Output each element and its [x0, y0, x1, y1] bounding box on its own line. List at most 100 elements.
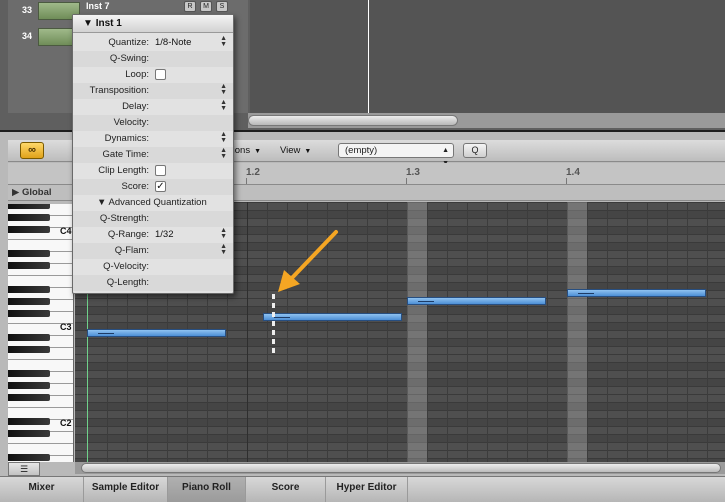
disclosure-triangle-icon[interactable]: ▼ [83, 18, 93, 29]
arrange-grid[interactable] [250, 0, 725, 113]
black-key[interactable] [8, 370, 50, 377]
piano-keyboard[interactable]: C4 C3 C2 [8, 204, 74, 462]
parameter-row[interactable]: Dynamics: ▲ ▼ [73, 131, 233, 147]
stepper-arrows-icon[interactable]: ▲ ▼ [220, 147, 227, 160]
arrange-scrollbar[interactable] [248, 113, 725, 128]
quantize-marker [272, 339, 275, 344]
parameter-row[interactable]: Q-Strength: [73, 211, 233, 227]
stepper-arrows-icon[interactable]: ▲ ▼ [220, 131, 227, 144]
parameter-label: Q-Strength: [99, 213, 149, 224]
midi-note[interactable] [407, 297, 546, 305]
parameter-row[interactable]: Clip Length: [73, 163, 233, 179]
arrange-scroll-thumb[interactable] [248, 115, 458, 126]
stepper-arrows-icon[interactable]: ▲ ▼ [220, 83, 227, 96]
parameter-checkbox[interactable] [155, 69, 166, 80]
view-options-button[interactable]: ☰ [8, 462, 40, 476]
grid-line [547, 202, 548, 462]
horizontal-scrollbar[interactable] [75, 462, 725, 474]
black-key[interactable] [8, 430, 50, 437]
parameter-label: Q-Range: [107, 229, 149, 240]
region-name: Inst 1 [95, 18, 122, 29]
parameter-value[interactable]: 1/32 [155, 229, 174, 240]
black-key[interactable] [8, 250, 50, 257]
black-key[interactable] [8, 346, 50, 353]
black-key[interactable] [8, 226, 50, 233]
midi-note[interactable] [567, 289, 706, 297]
black-key[interactable] [8, 382, 50, 389]
mute-button[interactable]: M [200, 1, 212, 12]
parameter-row[interactable]: Quantize: 1/8-Note ▲ ▼ [73, 35, 233, 51]
select-value: (empty) [345, 145, 378, 156]
track-number: 34 [22, 31, 33, 41]
grid-line [447, 202, 448, 462]
grid-line [467, 202, 468, 462]
velocity-line [98, 333, 114, 334]
parameter-row[interactable]: Q-Swing: [73, 51, 233, 67]
parameter-row[interactable]: Gate Time: ▲ ▼ [73, 147, 233, 163]
editor-tab-bar: Mixer Sample Editor Piano Roll Score Hyp… [0, 476, 725, 502]
parameter-row[interactable]: Q-Range: 1/32 ▲ ▼ [73, 227, 233, 243]
parameter-row[interactable]: Velocity: [73, 115, 233, 131]
midi-note[interactable] [87, 329, 226, 337]
tab-hyper-editor[interactable]: Hyper Editor [326, 477, 408, 502]
quantize-marker [272, 348, 275, 353]
quantize-button[interactable]: Q [463, 143, 487, 158]
stepper-arrows-icon[interactable]: ▲ ▼ [220, 35, 227, 48]
tab-score[interactable]: Score [246, 477, 326, 502]
chevron-down-icon: ▼ [304, 148, 312, 155]
tab-mixer[interactable]: Mixer [0, 477, 84, 502]
subsection-title[interactable]: ▼ Advanced Quantization [97, 197, 207, 208]
horizontal-scroll-thumb[interactable] [81, 463, 721, 473]
tab-sample-editor[interactable]: Sample Editor [84, 477, 168, 502]
grid-line [527, 202, 528, 462]
velocity-line [274, 317, 290, 318]
parameter-row[interactable]: Delay: ▲ ▼ [73, 99, 233, 115]
stepper-arrows-icon[interactable]: ▲ ▼ [220, 227, 227, 240]
velocity-line [578, 293, 594, 294]
parameter-row[interactable]: Q-Velocity: [73, 259, 233, 275]
list-icon: ☰ [19, 464, 29, 474]
black-key[interactable] [8, 204, 50, 209]
parameter-row[interactable]: Score: ✓ [73, 179, 233, 195]
parameter-row[interactable]: ▼ Advanced Quantization [73, 195, 233, 211]
link-button[interactable]: ∞ [20, 142, 44, 159]
parameter-value[interactable]: 1/8-Note [155, 37, 191, 48]
stepper-arrows-icon[interactable]: ▲ ▼ [220, 243, 227, 256]
quantize-marker [272, 330, 275, 335]
parameter-checkbox[interactable]: ✓ [155, 181, 166, 192]
black-key[interactable] [8, 286, 50, 293]
black-key[interactable] [8, 214, 50, 221]
grid-line [607, 202, 608, 462]
black-key[interactable] [8, 310, 50, 317]
parameter-row[interactable]: Transposition: ▲ ▼ [73, 83, 233, 99]
black-key[interactable] [8, 394, 50, 401]
stepper-arrows-icon[interactable]: ▲ ▼ [220, 99, 227, 112]
grid-line [427, 202, 428, 462]
view-menu[interactable]: View ▼ [280, 143, 311, 158]
ruler-tick [566, 178, 567, 184]
event-list-select[interactable]: (empty)▲▼ [338, 143, 454, 167]
functions-menu[interactable]: tions ▼ [230, 143, 261, 158]
black-key[interactable] [8, 334, 50, 341]
black-key[interactable] [8, 298, 50, 305]
parameter-checkbox[interactable] [155, 165, 166, 176]
region-header[interactable]: ▼ Inst 1 [73, 15, 233, 33]
black-key[interactable] [8, 454, 50, 461]
parameter-label: Q-Swing: [109, 53, 149, 64]
track-name: Inst 7 [86, 1, 110, 11]
black-key[interactable] [8, 418, 50, 425]
parameter-row[interactable]: Q-Flam: ▲ ▼ [73, 243, 233, 259]
parameter-row[interactable]: Loop: [73, 67, 233, 83]
tab-piano-roll[interactable]: Piano Roll [168, 477, 246, 502]
annotation-arrow-shaft [288, 230, 338, 282]
black-key[interactable] [8, 262, 50, 269]
midi-note[interactable] [263, 313, 402, 321]
solo-button[interactable]: S [216, 1, 228, 12]
parameter-row[interactable]: Q-Length: [73, 275, 233, 291]
parameter-label: Quantize: [108, 37, 149, 48]
grid-line [647, 202, 648, 462]
record-enable-button[interactable]: R [184, 1, 196, 12]
track-number: 33 [22, 5, 33, 15]
parameter-label: Dynamics: [104, 133, 149, 144]
annotation-arrow-icon [278, 230, 338, 292]
